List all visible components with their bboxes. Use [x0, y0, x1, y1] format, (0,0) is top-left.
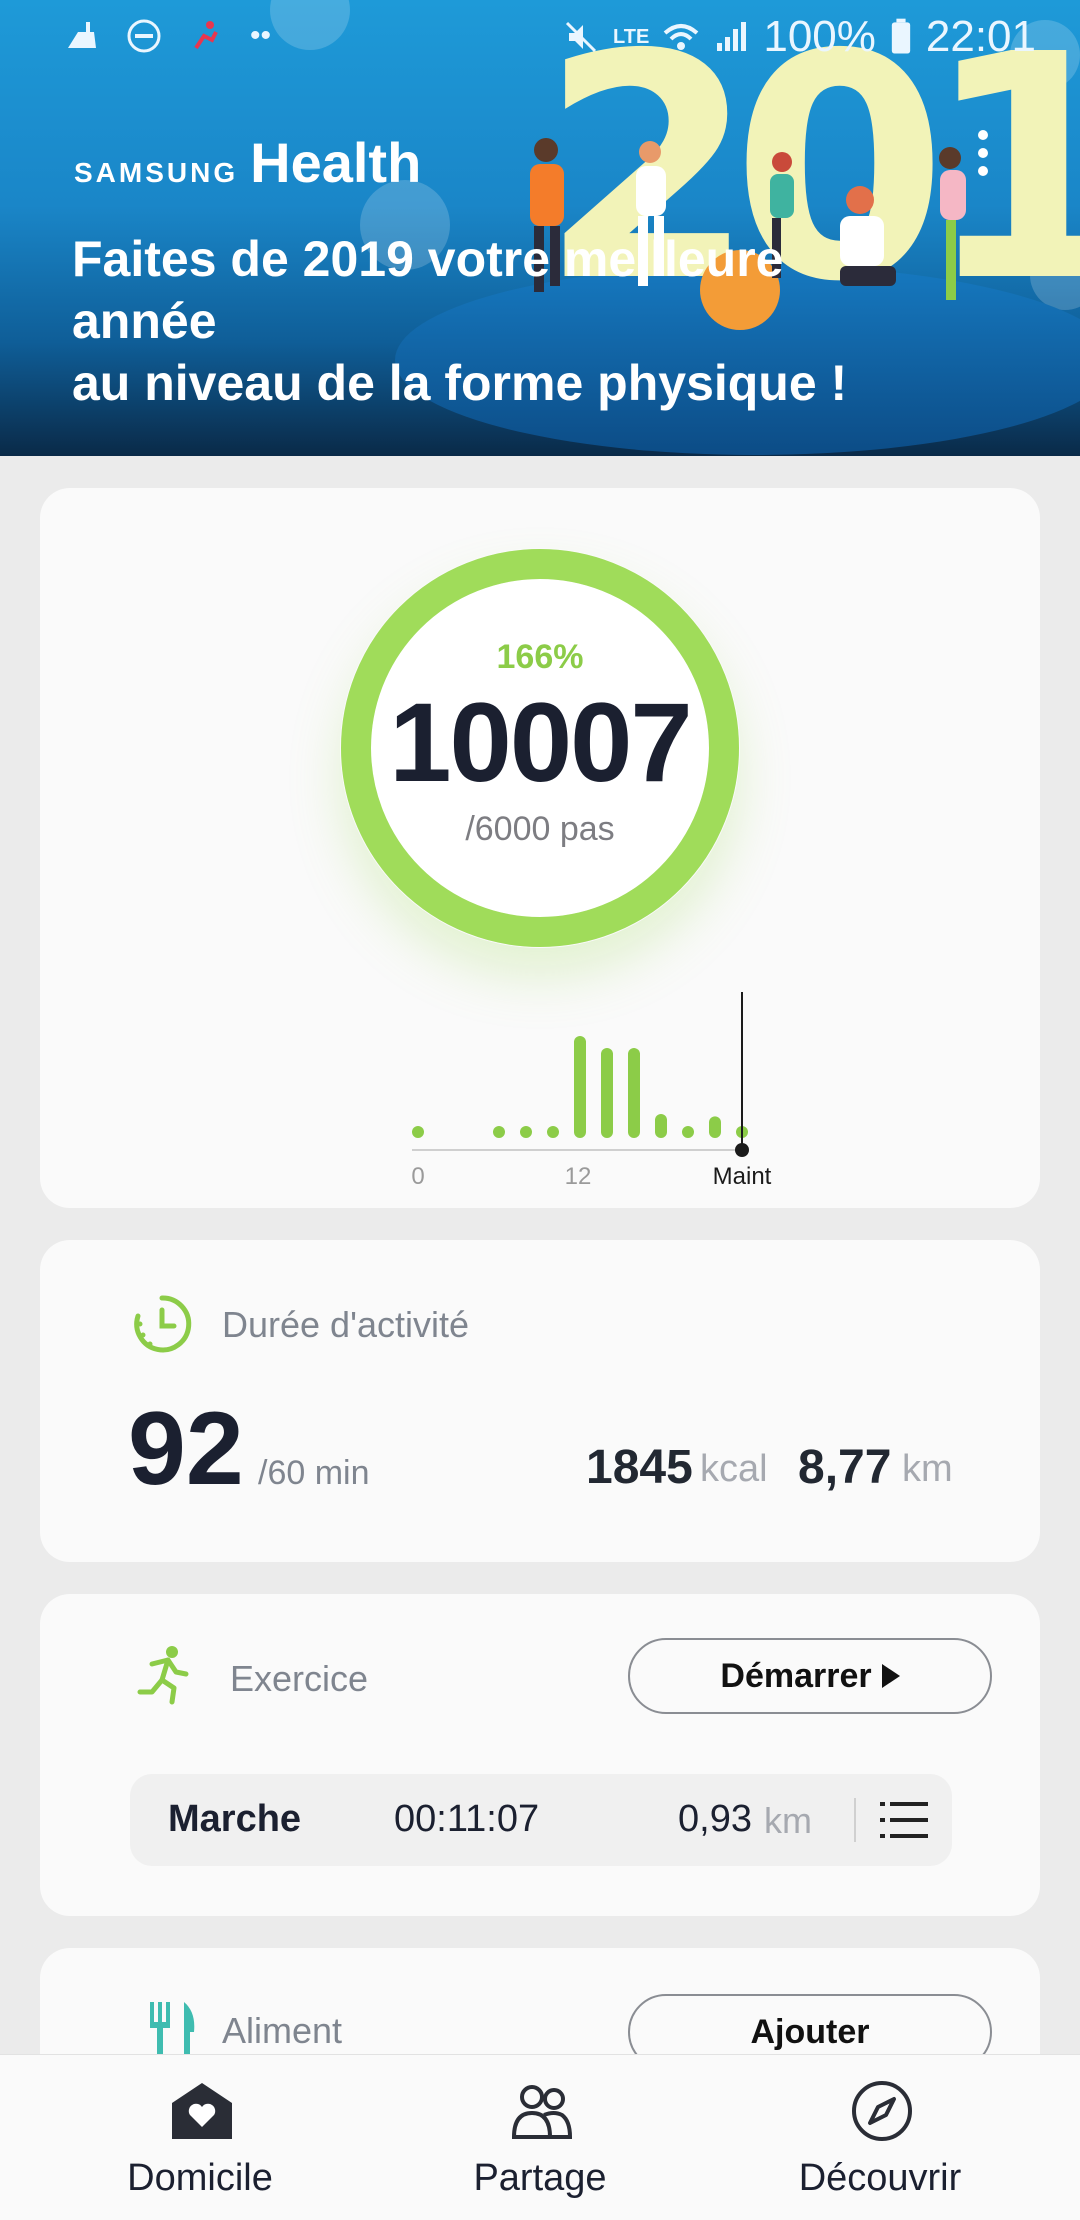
volte-indicator: LTE — [613, 26, 650, 48]
people-icon — [511, 2085, 573, 2139]
nav-home[interactable]: Domicile — [20, 2055, 380, 2220]
chart-bar — [682, 1126, 694, 1138]
exercise-distance: 0,93 — [678, 1798, 752, 1840]
steps-count: 10007 — [389, 680, 692, 805]
running-icon — [137, 1646, 189, 1705]
list-icon[interactable] — [880, 1800, 928, 1840]
calories-value: 1845 — [586, 1441, 693, 1494]
exercise-type: Marche — [168, 1798, 302, 1840]
timer-icon — [134, 1295, 192, 1353]
more-notifications-icon: •• — [250, 19, 272, 52]
exercise-label: Exercice — [230, 1658, 369, 1699]
steps-percent: 166% — [496, 638, 584, 676]
more-options-icon[interactable] — [978, 130, 990, 182]
activity-label: Durée d'activité — [222, 1304, 469, 1345]
chart-bar — [412, 1126, 424, 1138]
food-label: Aliment — [222, 2010, 343, 2051]
chart-bar — [493, 1126, 505, 1138]
chart-bar — [655, 1114, 667, 1138]
wifi-icon — [664, 24, 699, 50]
hourly-steps-chart: 0 12 Maint — [411, 992, 772, 1188]
start-exercise-button[interactable]: Démarrer — [628, 1638, 992, 1714]
chart-tick-label: 0 — [411, 1163, 424, 1188]
steps-card[interactable]: 166% 10007 /6000 pas 0 12 Maint — [40, 488, 1040, 1208]
cleaner-icon — [68, 22, 96, 48]
divider — [854, 1798, 856, 1842]
chart-tick-label: 12 — [565, 1163, 592, 1188]
do-not-disturb-icon — [127, 19, 161, 53]
exercise-distance-unit: km — [764, 1800, 812, 1841]
active-minutes: 92 — [128, 1391, 244, 1507]
chart-bar — [520, 1126, 532, 1138]
header-banner[interactable]: 2019 •• — [0, 0, 1080, 456]
mute-icon — [565, 21, 597, 53]
play-icon — [881, 1664, 900, 1688]
distance-unit: km — [902, 1448, 953, 1490]
nav-share[interactable]: Partage — [360, 2055, 720, 2220]
samsung-health-logo: SAMSUNG Health — [74, 131, 422, 194]
exercise-card[interactable]: Exercice Démarrer Marche 00:11:07 0,93 k… — [40, 1594, 1040, 1916]
nav-discover[interactable]: Découvrir — [700, 2055, 1060, 2220]
banner-title: Faites de 2019 votre meilleure année au … — [72, 231, 848, 411]
steps-progress-ring: 166% 10007 /6000 pas — [340, 548, 740, 948]
home-heart-icon — [172, 2083, 232, 2139]
fork-knife-icon — [150, 2002, 195, 2060]
chart-bar — [547, 1126, 559, 1138]
activity-duration-card[interactable]: Durée d'activité 92 /60 min 1845 kcal 8,… — [40, 1240, 1040, 1562]
exercise-duration: 00:11:07 — [394, 1798, 540, 1840]
signal-icon — [717, 22, 747, 51]
now-marker-dot — [735, 1143, 749, 1157]
battery-percent: 100% — [763, 12, 876, 61]
active-minutes-goal: /60 min — [258, 1454, 370, 1492]
chart-bar — [628, 1048, 640, 1138]
distance-value: 8,77 — [798, 1441, 892, 1494]
recent-exercise-row[interactable]: Marche 00:11:07 0,93 km — [130, 1774, 952, 1866]
compass-icon — [852, 2081, 912, 2141]
chart-bar — [709, 1116, 721, 1138]
bottom-navigation: Domicile Partage Découvrir — [0, 2054, 1080, 2220]
chart-tick-label: Maint — [713, 1163, 772, 1188]
battery-icon — [891, 18, 911, 54]
steps-goal: /6000 pas — [465, 810, 615, 848]
fitness-notification-icon — [194, 21, 218, 50]
status-bar: •• LTE 100% 22:01 — [0, 0, 1080, 72]
chart-bar — [574, 1036, 586, 1138]
calories-unit: kcal — [700, 1448, 768, 1490]
chart-bar — [601, 1048, 613, 1138]
clock: 22:01 — [925, 12, 1036, 61]
